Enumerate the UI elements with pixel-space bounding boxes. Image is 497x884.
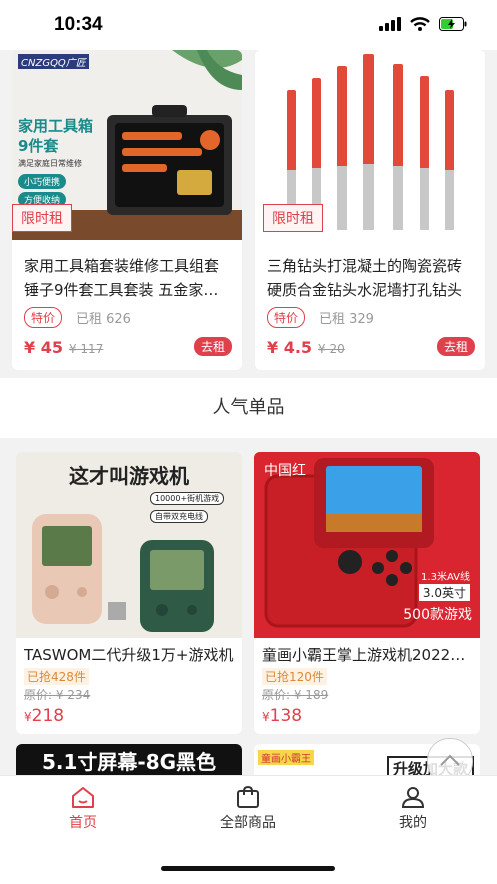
old-price: ¥ 20 — [318, 342, 345, 356]
status-bar: 10:34 — [0, 0, 497, 50]
tab-home[interactable]: 首页 — [23, 782, 143, 832]
go-rent-button[interactable]: 去租 — [193, 337, 232, 356]
old-price: ¥ 117 — [68, 342, 104, 356]
special-price-pill: 特价 — [267, 307, 306, 328]
price-value: 138 — [269, 706, 303, 726]
limited-rent-tag: 限时租 — [12, 204, 72, 232]
currency-symbol: ¥ — [262, 710, 270, 724]
product-image: 限时租 — [255, 50, 485, 240]
price-value: ¥ 4.5 — [267, 338, 313, 357]
image-promo-sub: 满足家庭日常维修 — [18, 159, 82, 168]
product-price: ¥218 — [24, 706, 64, 726]
product-image: CNZGQQ广匠 家用工具箱9件套 满足家庭日常维修 小巧便携 方便收纳 限时租 — [12, 50, 242, 240]
tab-all-products[interactable]: 全部商品 — [188, 782, 308, 832]
product-price: ¥138 — [262, 706, 302, 726]
currency-symbol: ¥ — [24, 710, 32, 724]
image-note-3: 500款游戏 — [403, 607, 472, 623]
home-icon — [72, 787, 94, 808]
tab-mine[interactable]: 我的 — [353, 782, 473, 832]
original-price: 原价: ¥ 234 — [24, 688, 91, 702]
image-brand: 童画小霸王 — [258, 750, 314, 765]
sold-count: 已抢120件 — [262, 668, 327, 685]
image-note-1: 1.3米AV线 — [421, 572, 470, 583]
rent-price: ¥ 4.5 ¥ 20 — [267, 338, 345, 357]
sold-count: 已抢428件 — [24, 668, 89, 685]
product-image: 这才叫游戏机 10000+街机游戏 自带双充电线 — [16, 452, 242, 638]
tab-label: 全部商品 — [220, 815, 276, 831]
back-to-top-button[interactable] — [427, 738, 473, 775]
special-price-pill: 特价 — [24, 307, 63, 328]
rent-card[interactable]: 限时租 三角钻头打混凝土的陶瓷瓷砖硬质合金钻头水泥墙打孔钻头 特价 已租 329… — [255, 50, 485, 370]
signal-icon — [379, 17, 401, 31]
tab-label: 我的 — [399, 815, 427, 831]
product-card[interactable]: 这才叫游戏机 10000+街机游戏 自带双充电线 TASWOM二代升级1万+游戏… — [16, 452, 242, 734]
image-note-2: 3.0英寸 — [418, 584, 470, 601]
image-banner-text: 5.1寸屏幕-8G黑色 — [41, 750, 217, 774]
battery-charging-icon — [439, 17, 467, 31]
price-value: 218 — [31, 706, 65, 726]
image-headline: 这才叫游戏机 — [69, 464, 189, 488]
image-brand: 中国红 — [264, 463, 306, 479]
chevron-up-icon — [440, 754, 460, 766]
image-badge-1: 10000+街机游戏 — [150, 492, 225, 505]
product-title[interactable]: TASWOM二代升级1万+游戏机 — [24, 644, 234, 665]
rented-count: 已租 329 — [319, 312, 374, 327]
product-card[interactable]: 5.1寸屏幕-8G黑色 — [16, 744, 242, 775]
rented-count: 已租 626 — [76, 312, 131, 327]
product-title[interactable]: 童画小霸王掌上游戏机2022新款 — [262, 644, 472, 665]
bag-icon — [237, 785, 259, 808]
product-title[interactable]: 家用工具箱套装维修工具组套锤子9件套工具套装 五金家用工具 — [24, 254, 230, 302]
price-value: ¥ 45 — [24, 338, 63, 357]
section-title: 人气单品 — [0, 378, 497, 438]
image-promo-title: 家用工具箱9件套 — [18, 117, 94, 155]
wifi-icon — [410, 17, 430, 31]
rent-price: ¥ 45 ¥ 117 — [24, 338, 103, 357]
home-indicator — [161, 866, 335, 871]
rent-card[interactable]: CNZGQQ广匠 家用工具箱9件套 满足家庭日常维修 小巧便携 方便收纳 限时租… — [12, 50, 242, 370]
product-image: 中国红 1.3米AV线 3.0英寸 500款游戏 — [254, 452, 480, 638]
product-card[interactable]: 中国红 1.3米AV线 3.0英寸 500款游戏 童画小霸王掌上游戏机2022新… — [254, 452, 480, 734]
go-rent-button[interactable]: 去租 — [436, 337, 475, 356]
user-icon — [401, 787, 425, 808]
tab-label: 首页 — [69, 815, 97, 831]
product-title[interactable]: 三角钻头打混凝土的陶瓷瓷砖硬质合金钻头水泥墙打孔钻头 — [267, 254, 473, 302]
image-brand: CNZGQQ广匠 — [18, 54, 89, 69]
status-time: 10:34 — [54, 14, 103, 35]
limited-rent-tag: 限时租 — [263, 204, 323, 232]
original-price: 原价: ¥ 189 — [262, 688, 329, 702]
image-feature-1: 小巧便携 — [18, 174, 67, 189]
content-scroll[interactable]: CNZGQQ广匠 家用工具箱9件套 满足家庭日常维修 小巧便携 方便收纳 限时租… — [0, 50, 497, 775]
image-badge-2: 自带双充电线 — [150, 510, 208, 523]
